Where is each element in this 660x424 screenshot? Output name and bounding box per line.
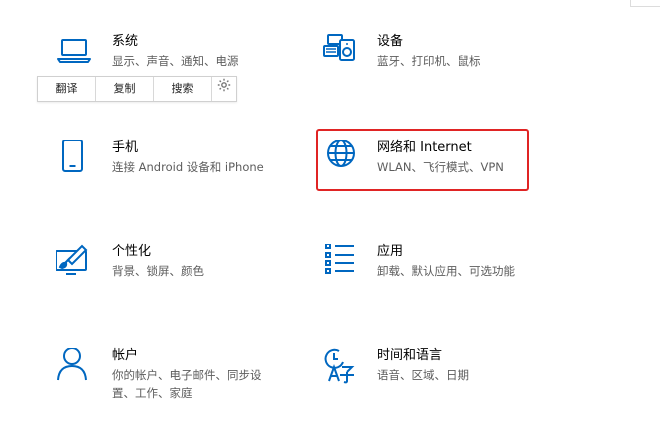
tile-devices[interactable]: 设备 蓝牙、打印机、鼠标	[321, 34, 561, 74]
copy-button[interactable]: 复制	[96, 77, 154, 101]
tile-accounts-desc-line2: 置、工作、家庭	[112, 386, 193, 400]
laptop-icon	[56, 34, 92, 70]
tile-system[interactable]: 系统 显示、声音、通知、电源	[56, 34, 296, 74]
tile-time-language[interactable]: 时间和语言 语音、区域、日期	[321, 348, 561, 388]
tile-personalization-desc: 背景、锁屏、颜色	[112, 264, 204, 278]
tile-accounts-desc: 你的帐户、电子邮件、同步设	[112, 368, 262, 382]
search-button[interactable]: 搜索	[154, 77, 212, 101]
tile-apps-title: 应用	[377, 244, 404, 259]
tile-devices-title: 设备	[377, 34, 404, 49]
tile-phone-desc: 连接 Android 设备和 iPhone	[112, 160, 264, 174]
tile-system-desc: 显示、声音、通知、电源	[112, 54, 239, 68]
globe-icon	[321, 140, 357, 176]
gear-icon	[217, 77, 231, 101]
tile-time-language-desc: 语音、区域、日期	[377, 368, 469, 382]
tile-accounts-title: 帐户	[112, 348, 139, 363]
tile-network-title: 网络和 Internet	[377, 140, 472, 155]
tile-apps-desc: 卸载、默认应用、可选功能	[377, 264, 515, 278]
keyboard-speaker-icon	[321, 34, 357, 70]
tile-personalization[interactable]: 个性化 背景、锁屏、颜色	[56, 244, 296, 284]
tile-time-language-title: 时间和语言	[377, 348, 443, 363]
tile-phone[interactable]: 手机 连接 Android 设备和 iPhone	[56, 140, 296, 180]
person-icon	[56, 348, 92, 384]
tile-network[interactable]: 网络和 Internet WLAN、飞行模式、VPN	[321, 140, 521, 180]
phone-icon	[56, 140, 92, 176]
tile-devices-desc: 蓝牙、打印机、鼠标	[377, 54, 481, 68]
tile-accounts[interactable]: 帐户 你的帐户、电子邮件、同步设 置、工作、家庭	[56, 348, 296, 404]
translate-button[interactable]: 翻译	[38, 77, 96, 101]
tile-system-title: 系统	[112, 34, 139, 49]
text-selection-toolbar: 翻译 复制 搜索	[37, 76, 237, 102]
clock-language-icon	[321, 348, 357, 384]
toolbar-settings-button[interactable]	[212, 77, 236, 101]
tile-apps[interactable]: 应用 卸载、默认应用、可选功能	[321, 244, 561, 284]
paint-monitor-icon	[56, 244, 92, 280]
app-list-icon	[321, 244, 357, 280]
tile-phone-title: 手机	[112, 140, 139, 155]
tile-network-desc: WLAN、飞行模式、VPN	[377, 160, 504, 174]
tile-personalization-title: 个性化	[112, 244, 152, 259]
window-corner-edge	[630, 0, 660, 7]
